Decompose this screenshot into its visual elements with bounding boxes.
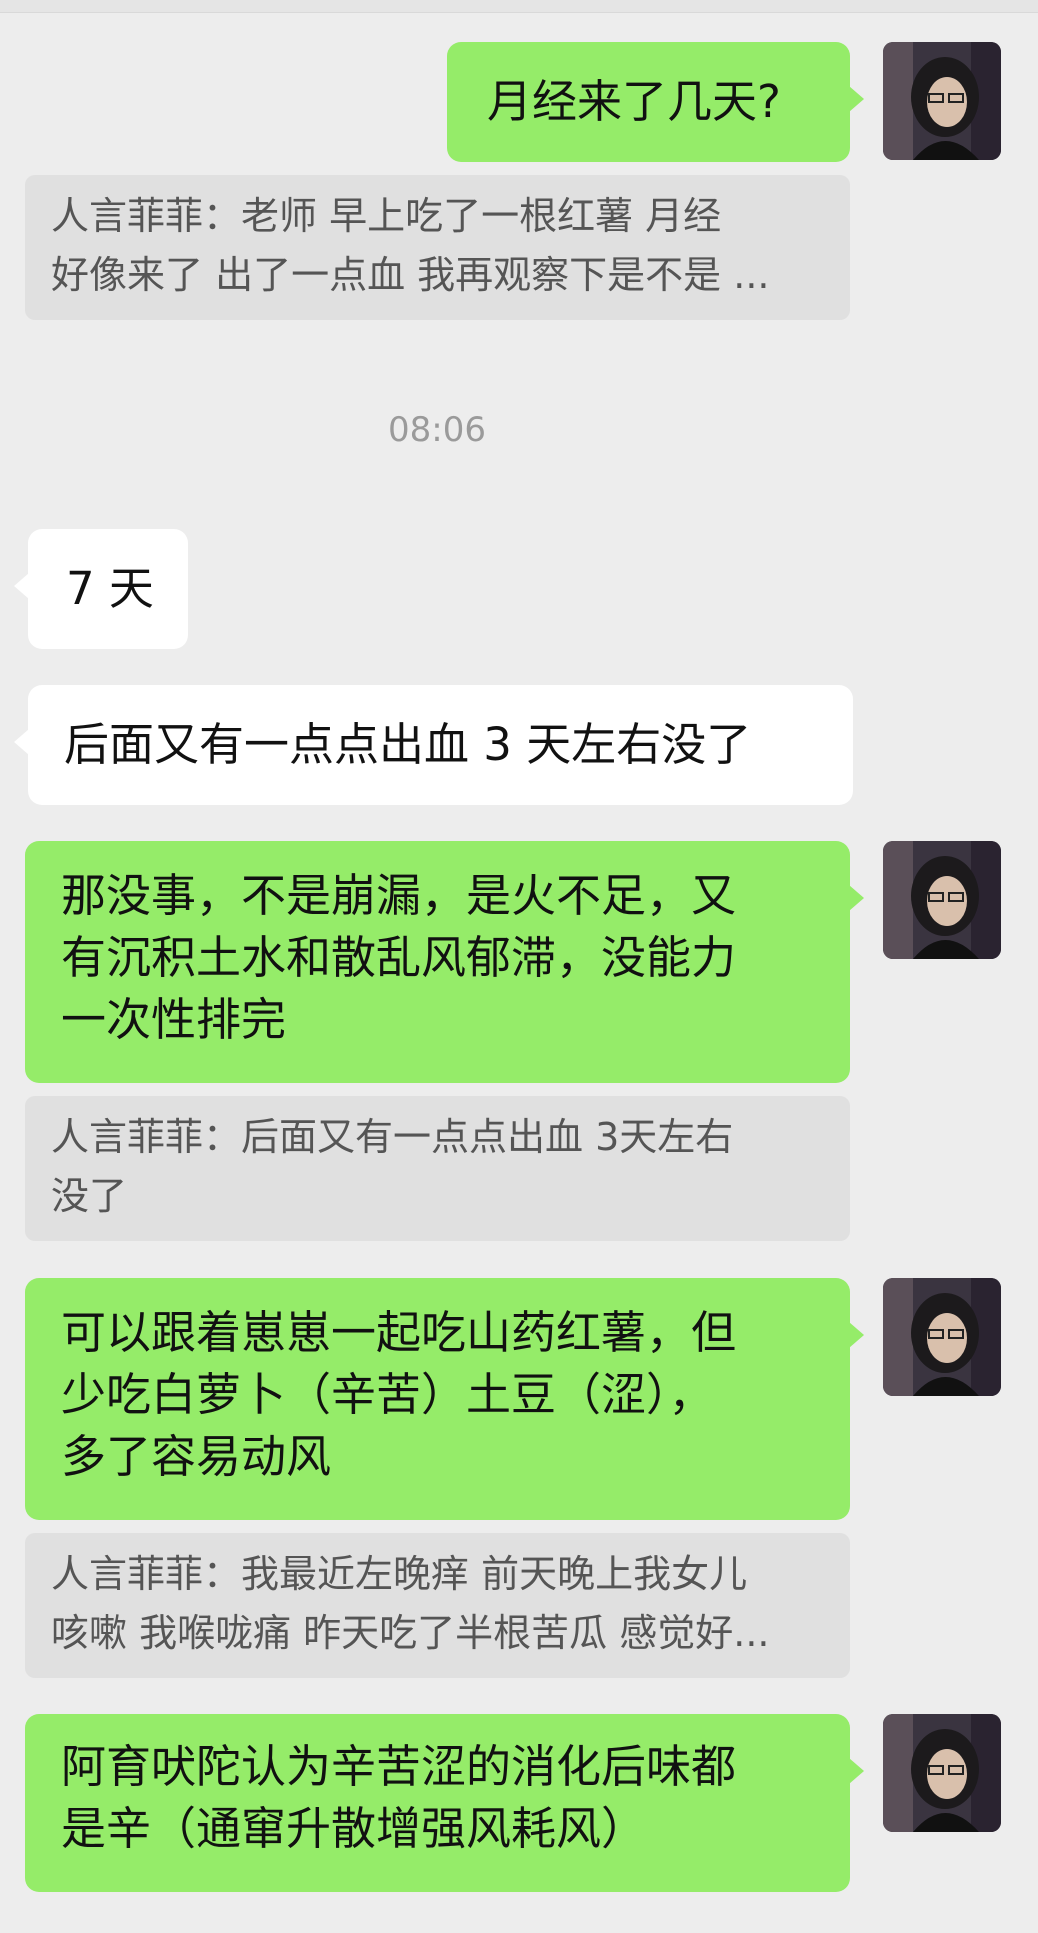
quote-line: 人言菲菲：后面又有一点点出血 3天左右	[51, 1115, 734, 1159]
message-timestamp: 08:06	[388, 410, 486, 450]
user-avatar[interactable]	[883, 841, 1001, 959]
message-bubble-outgoing[interactable]: 可以跟着崽崽一起吃山药红薯，但 少吃白萝卜（辛苦）土豆（涩）， 多了容易动风	[25, 1278, 864, 1520]
message-bubble-incoming[interactable]: 后面又有一点点出血 3 天左右没了	[14, 685, 853, 805]
top-divider	[0, 0, 1038, 13]
avatar-image-icon	[883, 1278, 1001, 1396]
message-text: 月经来了几天?	[487, 75, 781, 128]
message-line: 那没事，不是崩漏，是火不足，又	[61, 869, 737, 922]
message-bubble-outgoing[interactable]: 那没事，不是崩漏，是火不足，又 有沉积土水和散乱风郁滞，没能力 一次性排完	[25, 841, 864, 1083]
quoted-message[interactable]: 人言菲菲：我最近左晚痒 前天晚上我女儿 咳嗽 我喉咙痛 昨天吃了半根苦瓜 感觉好…	[25, 1533, 850, 1678]
message-line: 多了容易动风	[61, 1430, 332, 1483]
message-bubble-outgoing[interactable]: 阿育吠陀认为辛苦涩的消化后味都 是辛（通窜升散增强风耗风）	[25, 1714, 864, 1892]
message-line: 可以跟着崽崽一起吃山药红薯，但	[61, 1306, 737, 1359]
quoted-message[interactable]: 人言菲菲：后面又有一点点出血 3天左右 没了	[25, 1096, 850, 1241]
message-text: 后面又有一点点出血 3 天左右没了	[64, 718, 752, 771]
quoted-message[interactable]: 人言菲菲：老师 早上吃了一根红薯 月经 好像来了 出了一点血 我再观察下是不是 …	[25, 175, 850, 320]
message-text: 7 天	[66, 562, 154, 615]
quote-line: 没了	[51, 1174, 128, 1218]
avatar-image-icon	[883, 42, 1001, 160]
message-bubble-incoming[interactable]: 7 天	[14, 529, 188, 649]
message-bubble-outgoing[interactable]: 月经来了几天?	[447, 42, 864, 162]
user-avatar[interactable]	[883, 1714, 1001, 1832]
user-avatar[interactable]	[883, 1278, 1001, 1396]
message-line: 有沉积土水和散乱风郁滞，没能力	[61, 931, 737, 984]
quote-line: 人言菲菲：我最近左晚痒 前天晚上我女儿	[51, 1552, 748, 1596]
quote-line: 好像来了 出了一点血 我再观察下是不是 ...	[51, 253, 770, 297]
message-line: 阿育吠陀认为辛苦涩的消化后味都	[61, 1740, 737, 1793]
avatar-image-icon	[883, 1714, 1001, 1832]
message-line: 一次性排完	[61, 993, 287, 1046]
quote-line: 人言菲菲：老师 早上吃了一根红薯 月经	[51, 194, 722, 238]
message-line: 是辛（通窜升散增强风耗风）	[61, 1802, 647, 1855]
avatar-image-icon	[883, 841, 1001, 959]
quote-line: 咳嗽 我喉咙痛 昨天吃了半根苦瓜 感觉好...	[51, 1611, 770, 1655]
user-avatar[interactable]	[883, 42, 1001, 160]
message-line: 少吃白萝卜（辛苦）土豆（涩），	[61, 1368, 714, 1421]
